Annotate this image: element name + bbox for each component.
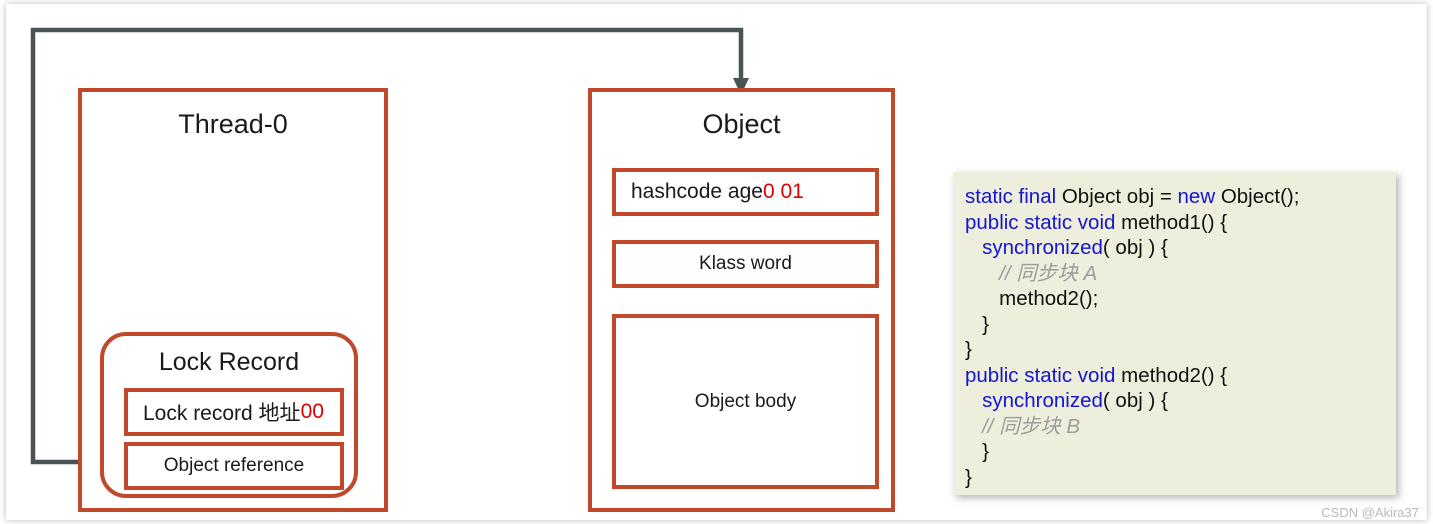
- object-reference-row: Object reference: [124, 442, 344, 490]
- code-comment: // 同步块 A: [999, 261, 1098, 285]
- diagram-canvas: Thread-0 Lock Record Lock record 地址 00 O…: [0, 0, 1433, 524]
- code-text: method2();: [965, 287, 1099, 310]
- code-text: Object();: [1215, 185, 1300, 208]
- code-line: method2();: [965, 286, 1396, 312]
- thread-panel-title: Thread-0: [178, 109, 288, 139]
- code-text: ( obj ) {: [1102, 236, 1168, 259]
- code-snippet-panel: static final Object obj = new Object(); p…: [953, 172, 1396, 495]
- code-text: ( obj ) {: [1102, 389, 1168, 412]
- code-line: // 同步块 A: [965, 261, 1396, 287]
- code-text: }: [965, 312, 989, 336]
- code-keyword: public static void: [965, 363, 1116, 387]
- klass-word-row: Klass word: [612, 240, 879, 288]
- klass-word-label: Klass word: [699, 253, 792, 274]
- code-keyword: static final: [965, 185, 1057, 208]
- code-text: method2() {: [1115, 363, 1228, 387]
- code-keyword: public static void: [965, 210, 1116, 234]
- object-header-markword-row: hashcode age 0 01: [612, 168, 879, 216]
- code-line: synchronized( obj ) {: [965, 235, 1396, 261]
- thread-panel: Thread-0 Lock Record Lock record 地址 00 O…: [78, 88, 388, 512]
- object-panel: Object hashcode age 0 01 Klass word Obje…: [588, 88, 895, 512]
- code-line: synchronized( obj ) {: [965, 388, 1396, 414]
- watermark: CSDN @Akira37: [1321, 505, 1419, 520]
- code-line: static final Object obj = new Object();: [965, 184, 1396, 210]
- object-panel-title: Object: [702, 109, 781, 139]
- object-body-label: Object body: [694, 390, 797, 412]
- lock-record-address-label: Lock record 地址: [143, 402, 301, 425]
- code-text: }: [965, 338, 972, 361]
- code-line: public static void method1() {: [965, 210, 1396, 236]
- code-keyword: new: [1177, 185, 1216, 208]
- code-text: Object obj =: [1056, 185, 1178, 208]
- lock-record-title: Lock Record: [158, 348, 300, 376]
- code-line: }: [965, 439, 1396, 465]
- code-text: }: [965, 465, 972, 489]
- code-text: method1() {: [1115, 210, 1228, 234]
- code-keyword: synchronized: [982, 236, 1103, 259]
- markword-text: hashcode age 0 01: [616, 172, 875, 212]
- markword-label: hashcode age: [631, 180, 763, 203]
- lock-record-box: Lock Record Lock record 地址 00 Object ref…: [100, 332, 358, 498]
- object-reference-label: Object reference: [163, 455, 305, 476]
- code-line: }: [965, 312, 1396, 338]
- code-comment: // 同步块 B: [982, 414, 1081, 438]
- code-line: }: [965, 337, 1396, 363]
- code-text: }: [965, 440, 989, 463]
- lock-record-address-value: 00: [300, 400, 324, 423]
- code-lines: static final Object obj = new Object(); p…: [965, 184, 1396, 490]
- object-body-row: Object body: [612, 314, 879, 489]
- code-line: // 同步块 B: [965, 414, 1396, 440]
- code-keyword: synchronized: [982, 389, 1103, 412]
- lock-record-address-row: Lock record 地址 00: [124, 388, 344, 436]
- lock-record-address-text: Lock record 地址 00: [128, 392, 340, 432]
- markword-value: 0 01: [762, 180, 804, 203]
- code-line: public static void method2() {: [965, 363, 1396, 389]
- code-line: }: [965, 465, 1396, 491]
